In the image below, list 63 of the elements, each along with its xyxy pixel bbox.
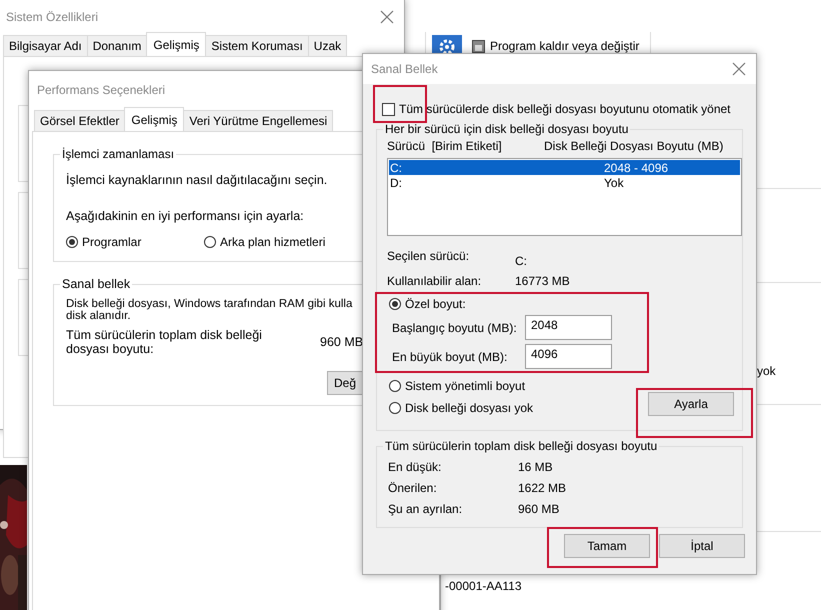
close-icon[interactable] xyxy=(732,62,746,76)
program-icon xyxy=(472,40,485,52)
window-title: Sanal Bellek xyxy=(371,62,438,76)
radio-label: Özel boyut: xyxy=(405,297,466,311)
list-text: yok xyxy=(757,364,776,378)
checkbox-label: Tüm sürücülerde disk belleği dosyası boyutunu otomatik yönet xyxy=(399,102,731,116)
info-value: C: xyxy=(515,253,528,268)
column-header: Sürücü [Birim Etiketi] xyxy=(387,139,503,153)
total-value: 960 MB xyxy=(320,335,364,349)
description-text: disk alanıdır. xyxy=(66,310,131,322)
tab[interactable]: Veri Yürütme Engellemesi xyxy=(183,110,334,131)
radio-label: Sistem yönetimli boyut xyxy=(405,379,526,393)
total-value: 16 MB xyxy=(518,460,554,474)
info-label: Kullanılabilir alan: xyxy=(387,274,482,288)
list-text: -00001-AA113 xyxy=(445,579,522,593)
drive-letter: D: xyxy=(390,176,403,190)
close-icon[interactable] xyxy=(380,10,394,24)
checkbox[interactable] xyxy=(382,102,395,116)
radio-button[interactable] xyxy=(389,380,401,392)
radio-button[interactable] xyxy=(389,298,401,310)
input-field[interactable]: 4096 xyxy=(525,344,612,369)
window-title: Sistem Özellikleri xyxy=(6,10,98,24)
tab[interactable]: Görsel Efektler xyxy=(34,110,126,131)
field-label: Başlangıç boyutu (MB): xyxy=(392,320,518,334)
group-title: İşlemci zamanlaması xyxy=(60,147,176,161)
radio-label: Programlar xyxy=(82,235,142,249)
radio-button[interactable] xyxy=(66,236,78,248)
highlight-frame xyxy=(373,85,427,123)
radio-button[interactable] xyxy=(389,402,401,414)
tab[interactable]: Donanım xyxy=(86,35,148,56)
radio-button[interactable] xyxy=(204,236,216,248)
total-value: 960 MB xyxy=(518,502,560,516)
description-text: İşlemci kaynaklarının nasıl dağıtılacağını seçin. xyxy=(66,173,328,187)
description-text: Disk belleği dosyası, Windows tarafından RAM gibi kulla xyxy=(66,298,352,310)
dialog-button[interactable]: Tamam xyxy=(564,534,650,558)
toolbar-button[interactable]: Program kaldır veya değiştir xyxy=(472,39,640,53)
size-range: Yok xyxy=(604,176,624,190)
tab[interactable]: Uzak xyxy=(308,35,348,56)
list-row[interactable]: D: Yok xyxy=(389,175,740,190)
tab[interactable]: Bilgisayar Adı xyxy=(3,35,88,56)
tab[interactable]: Sistem Koruması xyxy=(205,35,309,56)
prompt-text: Aşağıdakinin en iyi performansı için ayarla: xyxy=(66,209,304,223)
group-title: Her bir sürücü için disk belleği dosyası boyutu xyxy=(383,122,630,136)
total-label: En düşük: xyxy=(388,460,442,474)
input-field[interactable]: 2048 xyxy=(525,315,612,340)
dialog-button[interactable]: İptal xyxy=(659,534,745,558)
size-range: 2048 - 4096 xyxy=(604,160,668,174)
set-button[interactable]: Ayarla xyxy=(648,392,734,416)
total-label: Tüm sürücülerin toplam disk belleği dosyası boyutu: xyxy=(66,328,263,356)
group-title: Sanal bellek xyxy=(60,277,132,291)
drive-letter: C: xyxy=(390,160,403,174)
total-label: Önerilen: xyxy=(388,481,438,495)
field-label: En büyük boyut (MB): xyxy=(392,350,508,364)
radio-label: Arka plan hizmetleri xyxy=(220,235,326,249)
column-header: Disk Belleği Dosyası Boyutu (MB) xyxy=(544,139,724,153)
group-title: Tüm sürücülerin toplam disk belleği dosyası boyutu xyxy=(383,439,660,453)
radio-label: Disk belleği dosyası yok xyxy=(405,401,534,415)
info-label: Seçilen sürücü: xyxy=(387,249,470,265)
list-row[interactable]: C: 2048 - 4096 xyxy=(389,160,740,175)
total-label: Şu an ayrılan: xyxy=(388,502,464,516)
total-value: 1622 MB xyxy=(518,481,568,495)
info-value: 16773 MB xyxy=(515,274,571,288)
window-title: Performans Seçenekleri xyxy=(37,83,166,97)
